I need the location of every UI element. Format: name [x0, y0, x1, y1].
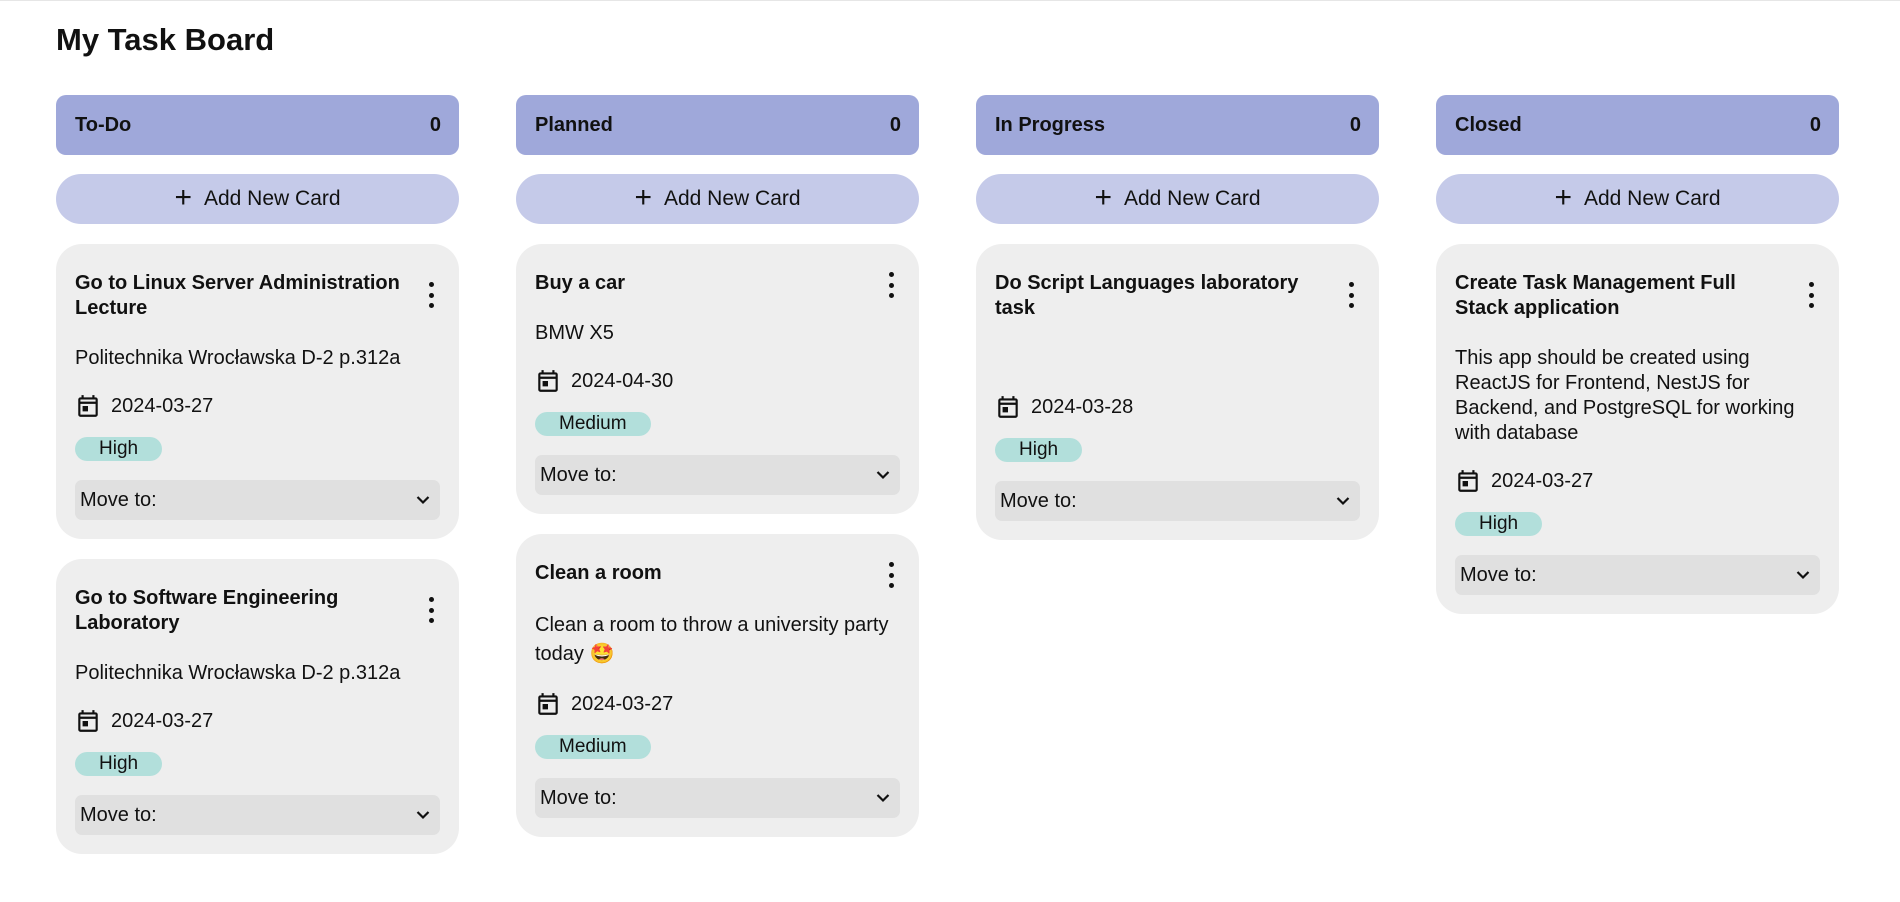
chevron-down-icon: [416, 811, 430, 820]
add-new-card-button[interactable]: + Add New Card: [56, 174, 459, 224]
column-count: 0: [1349, 113, 1361, 136]
column-title: To-Do: [75, 113, 132, 136]
column-count: 0: [1809, 113, 1821, 136]
calendar-icon: [998, 396, 1018, 418]
move-to-label: Move to:: [540, 786, 617, 809]
move-to-label: Move to:: [1460, 563, 1537, 586]
priority-badge: High: [995, 438, 1083, 462]
move-to-label: Move to:: [80, 488, 157, 511]
column-header: Planned 0: [516, 95, 919, 155]
more-vert-icon[interactable]: [423, 597, 439, 623]
more-vert-icon[interactable]: [883, 272, 899, 298]
card-date-text: 2024-03-27: [1491, 469, 1594, 492]
priority-badge: High: [1455, 512, 1543, 536]
column-closed: Closed 0 + Add New Card Create Task Mana…: [1436, 95, 1839, 854]
more-vert-icon[interactable]: [423, 282, 439, 308]
plus-icon: +: [634, 180, 652, 214]
page-title: My Task Board: [56, 22, 275, 57]
chevron-down-icon: [876, 794, 890, 803]
card-description: This app should be created using ReactJS…: [1455, 347, 1795, 444]
plus-icon: +: [1554, 180, 1572, 214]
task-card[interactable]: Do Script Languages laboratory task 2024…: [976, 244, 1379, 540]
card-description: [995, 346, 1360, 372]
column-in-progress: In Progress 0 + Add New Card Do Script L…: [976, 95, 1379, 854]
task-card[interactable]: Go to Software Engineering Laboratory Po…: [56, 559, 459, 854]
calendar-icon: [78, 710, 98, 732]
plus-icon: +: [174, 180, 192, 214]
task-card[interactable]: Go to Linux Server Administration Lectur…: [56, 244, 459, 539]
board: To-Do 0 + Add New Card Go to Linux Serve…: [56, 95, 1839, 854]
column-planned: Planned 0 + Add New Card Buy a car BMW X…: [516, 95, 919, 854]
card-description: BMW X5: [535, 322, 614, 344]
add-new-card-button[interactable]: + Add New Card: [1436, 174, 1839, 224]
move-to-label: Move to:: [80, 803, 157, 826]
add-new-card-label: Add New Card: [203, 187, 341, 210]
priority-badge: Medium: [535, 412, 651, 436]
move-to-select[interactable]: Move to:: [535, 455, 900, 495]
chevron-down-icon: [416, 496, 430, 505]
card-date: 2024-03-28: [995, 393, 1360, 421]
move-to-select[interactable]: Move to:: [75, 795, 440, 835]
move-to-select[interactable]: Move to:: [535, 778, 900, 818]
priority-badge: High: [75, 752, 163, 776]
card-title: Go to Linux Server Administration Lectur…: [75, 272, 400, 319]
priority-badge: Medium: [535, 735, 651, 759]
card-title: Do Script Languages laboratory task: [995, 272, 1299, 319]
card-date: 2024-03-27: [75, 707, 440, 735]
more-vert-icon[interactable]: [883, 562, 899, 588]
add-new-card-label: Add New Card: [1123, 187, 1261, 210]
task-card[interactable]: Buy a car BMW X5 2024-04-30 Medium Move …: [516, 244, 919, 514]
move-to-select[interactable]: Move to:: [1455, 555, 1820, 595]
card-date-text: 2024-04-30: [571, 369, 674, 392]
task-card[interactable]: Create Task Management Full Stack applic…: [1436, 244, 1839, 614]
column-title: Planned: [535, 113, 613, 136]
card-date-text: 2024-03-27: [571, 692, 674, 715]
move-to-select[interactable]: Move to:: [75, 480, 440, 520]
card-title: Clean a room: [535, 562, 662, 584]
add-new-card-button[interactable]: + Add New Card: [976, 174, 1379, 224]
calendar-icon: [538, 693, 558, 715]
priority-badge: High: [75, 437, 163, 461]
column-count: 0: [429, 113, 441, 136]
chevron-down-icon: [1336, 497, 1350, 506]
move-to-label: Move to:: [540, 463, 617, 486]
move-to-select[interactable]: Move to:: [995, 481, 1360, 521]
card-title: Go to Software Engineering Laboratory: [75, 587, 339, 634]
column-header: To-Do 0: [56, 95, 459, 155]
add-new-card-label: Add New Card: [663, 187, 801, 210]
more-vert-icon[interactable]: [1803, 282, 1819, 308]
card-description: Politechnika Wrocławska D-2 p.312a: [75, 347, 401, 369]
card-date: 2024-04-30: [535, 367, 900, 395]
card-date-text: 2024-03-27: [111, 394, 214, 417]
calendar-icon: [538, 370, 558, 392]
plus-icon: +: [1094, 180, 1112, 214]
card-date: 2024-03-27: [535, 690, 900, 718]
calendar-icon: [78, 395, 98, 417]
more-vert-icon[interactable]: [1343, 282, 1359, 308]
task-card[interactable]: Clean a room Clean a room to throw a uni…: [516, 534, 919, 837]
column-title: In Progress: [995, 113, 1106, 136]
card-title: Create Task Management Full Stack applic…: [1455, 272, 1736, 319]
chevron-down-icon: [876, 471, 890, 480]
column-title: Closed: [1455, 113, 1522, 136]
calendar-icon: [1458, 470, 1478, 492]
card-date: 2024-03-27: [75, 392, 440, 420]
card-title: Buy a car: [535, 272, 626, 294]
column-count: 0: [889, 113, 901, 136]
add-new-card-label: Add New Card: [1583, 187, 1721, 210]
card-description: Politechnika Wrocławska D-2 p.312a: [75, 662, 401, 684]
chevron-down-icon: [1796, 571, 1810, 580]
card-date-text: 2024-03-28: [1031, 395, 1134, 418]
card-date-text: 2024-03-27: [111, 709, 214, 732]
move-to-label: Move to:: [1000, 489, 1077, 512]
card-description: Clean a room to throw a university party…: [535, 614, 889, 665]
card-date: 2024-03-27: [1455, 467, 1820, 495]
add-new-card-button[interactable]: + Add New Card: [516, 174, 919, 224]
column-header: In Progress 0: [976, 95, 1379, 155]
column-header: Closed 0: [1436, 95, 1839, 155]
column-todo: To-Do 0 + Add New Card Go to Linux Serve…: [56, 95, 459, 854]
